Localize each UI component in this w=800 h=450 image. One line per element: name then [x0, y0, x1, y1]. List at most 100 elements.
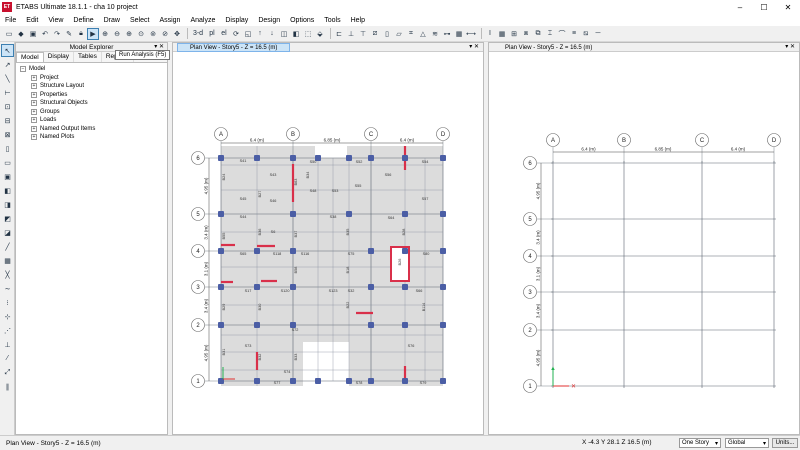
draw-support-icon[interactable]: △: [418, 29, 428, 39]
wall-design-icon[interactable]: ⧈: [521, 29, 531, 39]
expand-icon[interactable]: +: [31, 83, 37, 90]
reshape-icon[interactable]: ↗: [2, 59, 13, 70]
tree-item-groups[interactable]: + Groups: [20, 108, 163, 117]
draw-floor-icon[interactable]: ▱: [394, 29, 404, 39]
move-down-icon[interactable]: ↓: [267, 29, 277, 39]
elevation-view-button[interactable]: el: [219, 29, 229, 39]
plan-view-button[interactable]: pl: [207, 29, 217, 39]
draw-point-icon[interactable]: ◪: [2, 227, 13, 238]
snap-intersection-icon[interactable]: ⊹: [2, 311, 13, 322]
move-up-icon[interactable]: ↑: [255, 29, 265, 39]
expand-icon[interactable]: +: [31, 134, 37, 141]
draw-opening-icon[interactable]: ⌗: [406, 29, 416, 39]
tree-item-named-plots[interactable]: + Named Plots: [20, 133, 163, 142]
draw-dimension-icon[interactable]: ⟷: [466, 29, 476, 39]
expand-icon[interactable]: +: [31, 125, 37, 132]
pointer-select-icon[interactable]: ↖: [1, 44, 14, 57]
rotate-3d-icon[interactable]: ⟳: [231, 29, 241, 39]
draw-grid-icon[interactable]: ▦: [454, 29, 464, 39]
run-analysis-icon[interactable]: ▶: [87, 27, 99, 40]
tab-model[interactable]: Model: [16, 52, 44, 62]
undo-icon[interactable]: ↶: [40, 29, 50, 39]
zoom-previous-icon[interactable]: ⊘: [160, 29, 170, 39]
draw-quick-floor-icon[interactable]: ▣: [2, 171, 13, 182]
snap-extension-icon[interactable]: ⤢: [2, 367, 13, 378]
zoom-window-icon[interactable]: ⊕: [100, 29, 110, 39]
snap-parallel-icon[interactable]: ∥: [2, 381, 13, 392]
menu-display[interactable]: Display: [220, 17, 253, 24]
draw-column-icon[interactable]: ⊡: [2, 101, 13, 112]
view-title-tab[interactable]: Plan View - Story5 - Z = 16.5 (m): [493, 43, 604, 52]
units-button[interactable]: Units...: [772, 438, 798, 448]
story-select[interactable]: One Story: [679, 438, 721, 448]
draw-beam-icon[interactable]: ⊤: [358, 29, 368, 39]
expand-icon[interactable]: +: [31, 91, 37, 98]
tab-tables[interactable]: Tables: [74, 52, 102, 62]
menu-tools[interactable]: Tools: [319, 17, 345, 24]
plan-view-canvas[interactable]: A B C D6543216.4 (m) 6.85 (m) 6.4 (m)4.95 (m)…: [489, 52, 799, 434]
close-button[interactable]: ✕: [776, 0, 800, 14]
view-controls[interactable]: ▾ ✕: [469, 43, 479, 50]
collapse-icon[interactable]: −: [20, 66, 26, 73]
steel-design-icon[interactable]: I: [485, 29, 495, 39]
draw-line-icon[interactable]: ╲: [2, 73, 13, 84]
draw-wall-icon[interactable]: ◨: [2, 199, 13, 210]
expand-icon[interactable]: +: [31, 108, 37, 115]
tree-item-model[interactable]: − Model: [20, 65, 163, 74]
snap-midpoint-icon[interactable]: ⋰: [2, 325, 13, 336]
menu-help[interactable]: Help: [346, 17, 370, 24]
minimize-button[interactable]: –: [728, 0, 752, 14]
menu-file[interactable]: File: [0, 17, 21, 24]
draw-beam-icon[interactable]: ⊟: [2, 115, 13, 126]
draw-spring-icon[interactable]: ∼: [2, 283, 13, 294]
draw-dimension-icon[interactable]: ╳: [2, 269, 13, 280]
menu-view[interactable]: View: [43, 17, 68, 24]
menu-assign[interactable]: Assign: [154, 17, 185, 24]
draw-link-icon[interactable]: ⊶: [442, 29, 452, 39]
zoom-fit-icon[interactable]: ⊚: [148, 29, 158, 39]
expand-icon[interactable]: +: [31, 117, 37, 124]
draw-frame-icon[interactable]: ⊢: [2, 87, 13, 98]
menu-draw[interactable]: Draw: [99, 17, 125, 24]
tree-item-structural-objects[interactable]: + Structural Objects: [20, 99, 163, 108]
object-shrink-icon[interactable]: ◫: [279, 29, 289, 39]
snap-perpendicular-icon[interactable]: ⊥: [2, 339, 13, 350]
zoom-out-icon[interactable]: ⊖: [112, 29, 122, 39]
composite-design-icon[interactable]: ⊞: [509, 29, 519, 39]
set-display-icon[interactable]: ◧: [291, 29, 301, 39]
menu-analyze[interactable]: Analyze: [185, 17, 220, 24]
tree-item-loads[interactable]: + Loads: [20, 116, 163, 125]
force-diagram-icon[interactable]: ≡: [569, 29, 579, 39]
menu-define[interactable]: Define: [68, 17, 98, 24]
menu-edit[interactable]: Edit: [21, 17, 43, 24]
draw-opening-icon[interactable]: ◧: [2, 185, 13, 196]
tree-item-named-output-items[interactable]: + Named Output Items: [20, 125, 163, 134]
perspective-icon[interactable]: ◱: [243, 29, 253, 39]
redo-icon[interactable]: ↷: [52, 29, 62, 39]
view-controls[interactable]: ▾ ✕: [785, 43, 795, 50]
zoom-in-icon[interactable]: ⊕: [124, 29, 134, 39]
menu-options[interactable]: Options: [285, 17, 319, 24]
draw-column-icon[interactable]: ⊥: [346, 29, 356, 39]
connection-design-icon[interactable]: ⌶: [545, 29, 555, 39]
draw-frame-icon[interactable]: ⊏: [334, 29, 344, 39]
expand-icon[interactable]: +: [31, 74, 37, 81]
extrude-icon[interactable]: ⬚: [303, 29, 313, 39]
draw-brace-icon[interactable]: ⧄: [370, 29, 380, 39]
plan-view-canvas[interactable]: A B C D6543216.4 (m) 6.85 (m) 6.4 (m)4.95 (m)…: [173, 52, 483, 434]
draw-wall-icon[interactable]: ▯: [382, 29, 392, 39]
line-width-icon[interactable]: ─: [593, 29, 603, 39]
shading-icon[interactable]: ⬙: [315, 29, 325, 39]
save-icon[interactable]: ▣: [28, 29, 38, 39]
view-title-tab[interactable]: Plan View - Story5 - Z = 16.5 (m): [177, 43, 291, 52]
concrete-design-icon[interactable]: ▦: [497, 29, 507, 39]
tree-item-properties[interactable]: + Properties: [20, 91, 163, 100]
draw-wall-stack-icon[interactable]: ◩: [2, 213, 13, 224]
draw-grid-icon[interactable]: ▦: [2, 255, 13, 266]
expand-icon[interactable]: +: [31, 100, 37, 107]
draw-spring-icon[interactable]: ≋: [430, 29, 440, 39]
lock-icon[interactable]: 🔒︎: [76, 29, 86, 39]
zoom-restore-icon[interactable]: ⊙: [136, 29, 146, 39]
open-icon[interactable]: ◆: [16, 29, 26, 39]
deformed-shape-icon[interactable]: ⌒: [557, 29, 567, 39]
